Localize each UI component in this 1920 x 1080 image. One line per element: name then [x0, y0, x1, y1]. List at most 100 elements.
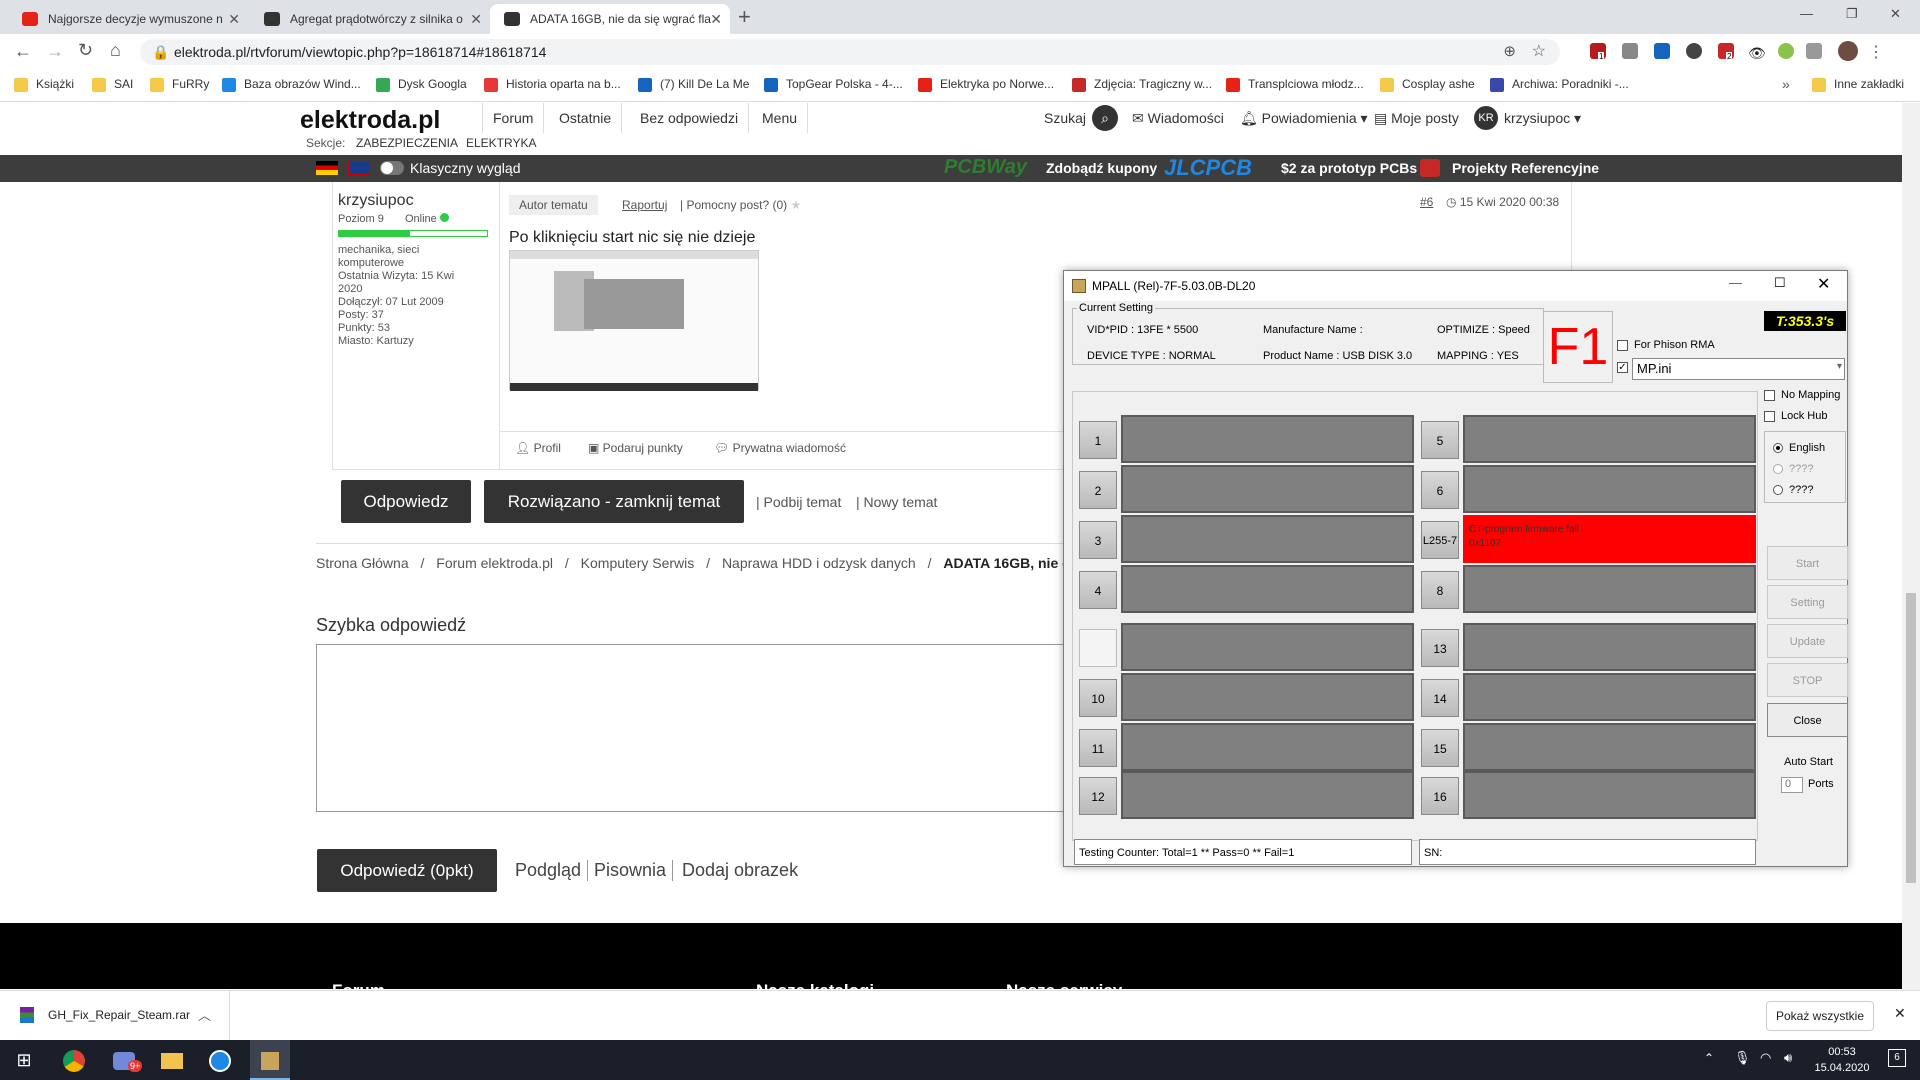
spelling-link[interactable]: Pisownia: [594, 860, 674, 881]
close-downloads-icon[interactable]: ✕: [1894, 1005, 1906, 1022]
breadcrumb-forum[interactable]: Forum elektroda.pl: [436, 555, 553, 571]
show-all-downloads-button[interactable]: Pokaż wszystkie: [1766, 1001, 1874, 1031]
port-button-right[interactable]: 5: [1421, 421, 1459, 459]
mpall-close-button[interactable]: ✕: [1817, 274, 1830, 294]
url-input[interactable]: 🔒 elektroda.pl/rtvforum/viewtopic.php?p=…: [140, 39, 1560, 65]
bookmark-star-icon[interactable]: ☆: [1532, 39, 1546, 65]
browser-tab-2[interactable]: Agregat prądotwórczy z silnika o ✕: [250, 4, 490, 34]
bookmark-item[interactable]: Zdjęcia: Tragiczny w...: [1072, 77, 1212, 92]
footer-services[interactable]: Nasze serwisy: [1006, 981, 1122, 989]
chrome-icon[interactable]: [54, 1044, 94, 1076]
port-button-right[interactable]: 13: [1421, 629, 1459, 667]
jlcpcb-logo[interactable]: JLCPCB: [1164, 155, 1252, 181]
quick-reply-textarea[interactable]: [316, 644, 1076, 812]
give-points-link[interactable]: ▣ Podaruj punkty: [588, 441, 683, 455]
start-button[interactable]: Start: [1767, 546, 1848, 580]
breadcrumb-subcategory[interactable]: Naprawa HDD i odzysk danych: [722, 555, 916, 571]
reload-icon[interactable]: ↻: [78, 40, 93, 61]
footer-catalogs[interactable]: Nasze katalogi: [756, 981, 874, 989]
bookmark-item[interactable]: (7) Kill De La Me: [638, 77, 749, 92]
my-posts-link[interactable]: ▤ Moje posty: [1374, 110, 1459, 127]
add-icon[interactable]: ⊕: [1503, 39, 1516, 65]
bookmark-item[interactable]: FuRRy: [150, 77, 209, 92]
microphone-icon[interactable]: 🎙︎: [1734, 1050, 1751, 1066]
file-explorer-icon[interactable]: [152, 1044, 192, 1076]
helpful-post[interactable]: | Pomocny post? (0) ★: [680, 198, 801, 212]
lock-hub-checkbox[interactable]: Lock Hub: [1764, 410, 1827, 422]
submit-reply-button[interactable]: Odpowiedź (0pkt): [317, 849, 497, 892]
wifi-icon[interactable]: ◠: [1760, 1050, 1771, 1066]
nav-forum[interactable]: Forum: [482, 103, 545, 133]
port-button-right[interactable]: L255-7: [1421, 521, 1459, 559]
stop-button[interactable]: STOP: [1767, 663, 1848, 697]
bookmark-item[interactable]: TopGear Polska - 4-...: [764, 77, 903, 92]
other-bookmarks[interactable]: Inne zakładki: [1812, 77, 1904, 92]
star-icon[interactable]: ★: [791, 198, 802, 212]
post-number-link[interactable]: #6: [1420, 195, 1433, 209]
bookmark-item[interactable]: Książki: [14, 77, 74, 92]
pcbway-logo[interactable]: PCBWay: [944, 156, 1027, 179]
messages-link[interactable]: ✉ Wiadomości: [1132, 110, 1224, 127]
private-message-link[interactable]: 💬︎ Prywatna wiadomość: [714, 441, 846, 455]
mpall-maximize-button[interactable]: ☐: [1774, 275, 1786, 291]
download-item[interactable]: GH_Fix_Repair_Steam.rar ︿: [0, 991, 230, 1040]
tab-close-icon[interactable]: ✕: [228, 4, 240, 34]
chevron-down-icon[interactable]: ▾: [1837, 361, 1842, 372]
bookmark-item[interactable]: Baza obrazów Wind...: [222, 77, 361, 92]
bookmarks-overflow-icon[interactable]: »: [1782, 76, 1790, 92]
new-topic-link[interactable]: | Nowy temat: [856, 494, 937, 510]
checkbox-box[interactable]: [1764, 389, 1775, 401]
chevron-up-icon[interactable]: ︿: [198, 1005, 211, 1024]
bump-topic-link[interactable]: | Podbij temat: [756, 494, 841, 510]
port-button-right[interactable]: 8: [1421, 571, 1459, 609]
radio-box[interactable]: [1773, 485, 1783, 496]
checkbox-box[interactable]: [1764, 410, 1775, 422]
add-image-link[interactable]: Dodaj obrazek: [682, 860, 798, 881]
bookmark-item[interactable]: Transplciowa młodz...: [1226, 77, 1364, 92]
minimize-button[interactable]: —: [1800, 6, 1813, 21]
breadcrumb-home[interactable]: Strona Główna: [316, 555, 409, 571]
notifications-icon[interactable]: 6: [1888, 1049, 1906, 1067]
section-link-elektryka[interactable]: ELEKTRYKA: [466, 136, 536, 150]
port-button-right[interactable]: 6: [1421, 471, 1459, 509]
port-button-left[interactable]: 12: [1079, 777, 1117, 815]
checkbox-box[interactable]: [1617, 339, 1628, 351]
update-button[interactable]: Update: [1767, 624, 1848, 658]
mpall-minimize-button[interactable]: —: [1729, 275, 1742, 290]
german-flag-icon[interactable]: [316, 161, 338, 175]
toggle-switch[interactable]: [380, 161, 404, 175]
window-close-button[interactable]: ✕: [1890, 6, 1901, 22]
nav-bez-odpowiedzi[interactable]: Bez odpowiedzi: [630, 103, 750, 133]
bookmark-item[interactable]: Archiwa: Poradniki -...: [1490, 77, 1629, 92]
port-button-left[interactable]: 2: [1079, 471, 1117, 509]
lang-3-radio[interactable]: ????: [1773, 484, 1813, 496]
back-icon[interactable]: ←: [14, 41, 32, 62]
site-logo[interactable]: elektroda.pl: [300, 106, 440, 135]
mpall-taskbar-icon[interactable]: [250, 1040, 290, 1080]
extension-icon[interactable]: [1686, 43, 1702, 59]
ini-file-select[interactable]: MP.ini ▾: [1632, 358, 1845, 380]
extension-icon[interactable]: [1622, 43, 1638, 59]
nav-menu[interactable]: Menu: [752, 103, 809, 133]
profile-avatar-icon[interactable]: [1838, 41, 1858, 61]
tab-close-icon[interactable]: ✕: [710, 4, 722, 34]
ports-input[interactable]: 0: [1781, 777, 1803, 793]
setting-button[interactable]: Setting: [1767, 585, 1848, 619]
radio-box[interactable]: [1773, 464, 1783, 475]
home-icon[interactable]: ⌂: [110, 40, 121, 61]
discord-icon[interactable]: 9+: [104, 1044, 144, 1076]
port-button-right[interactable]: 16: [1421, 777, 1459, 815]
nav-ostatnie[interactable]: Ostatnie: [549, 103, 623, 133]
checkbox-checked[interactable]: ✓: [1617, 361, 1628, 373]
pcbway-text[interactable]: Zdobądź kupony: [1046, 160, 1157, 176]
eye-icon[interactable]: 👁: [1748, 45, 1766, 62]
breadcrumb-category[interactable]: Komputery Serwis: [581, 555, 695, 571]
extension-icon[interactable]: [1654, 43, 1670, 59]
speaker-icon[interactable]: 🔊︎: [1784, 1050, 1792, 1066]
port-button-left[interactable]: 11: [1079, 729, 1117, 767]
bookmark-item[interactable]: Historia oparta na b...: [484, 77, 621, 92]
scrollbar-thumb[interactable]: [1906, 593, 1916, 883]
maximize-button[interactable]: ❐: [1846, 6, 1858, 22]
preview-link[interactable]: Podgląd: [515, 860, 589, 881]
port-button-left[interactable]: 3: [1079, 521, 1117, 559]
